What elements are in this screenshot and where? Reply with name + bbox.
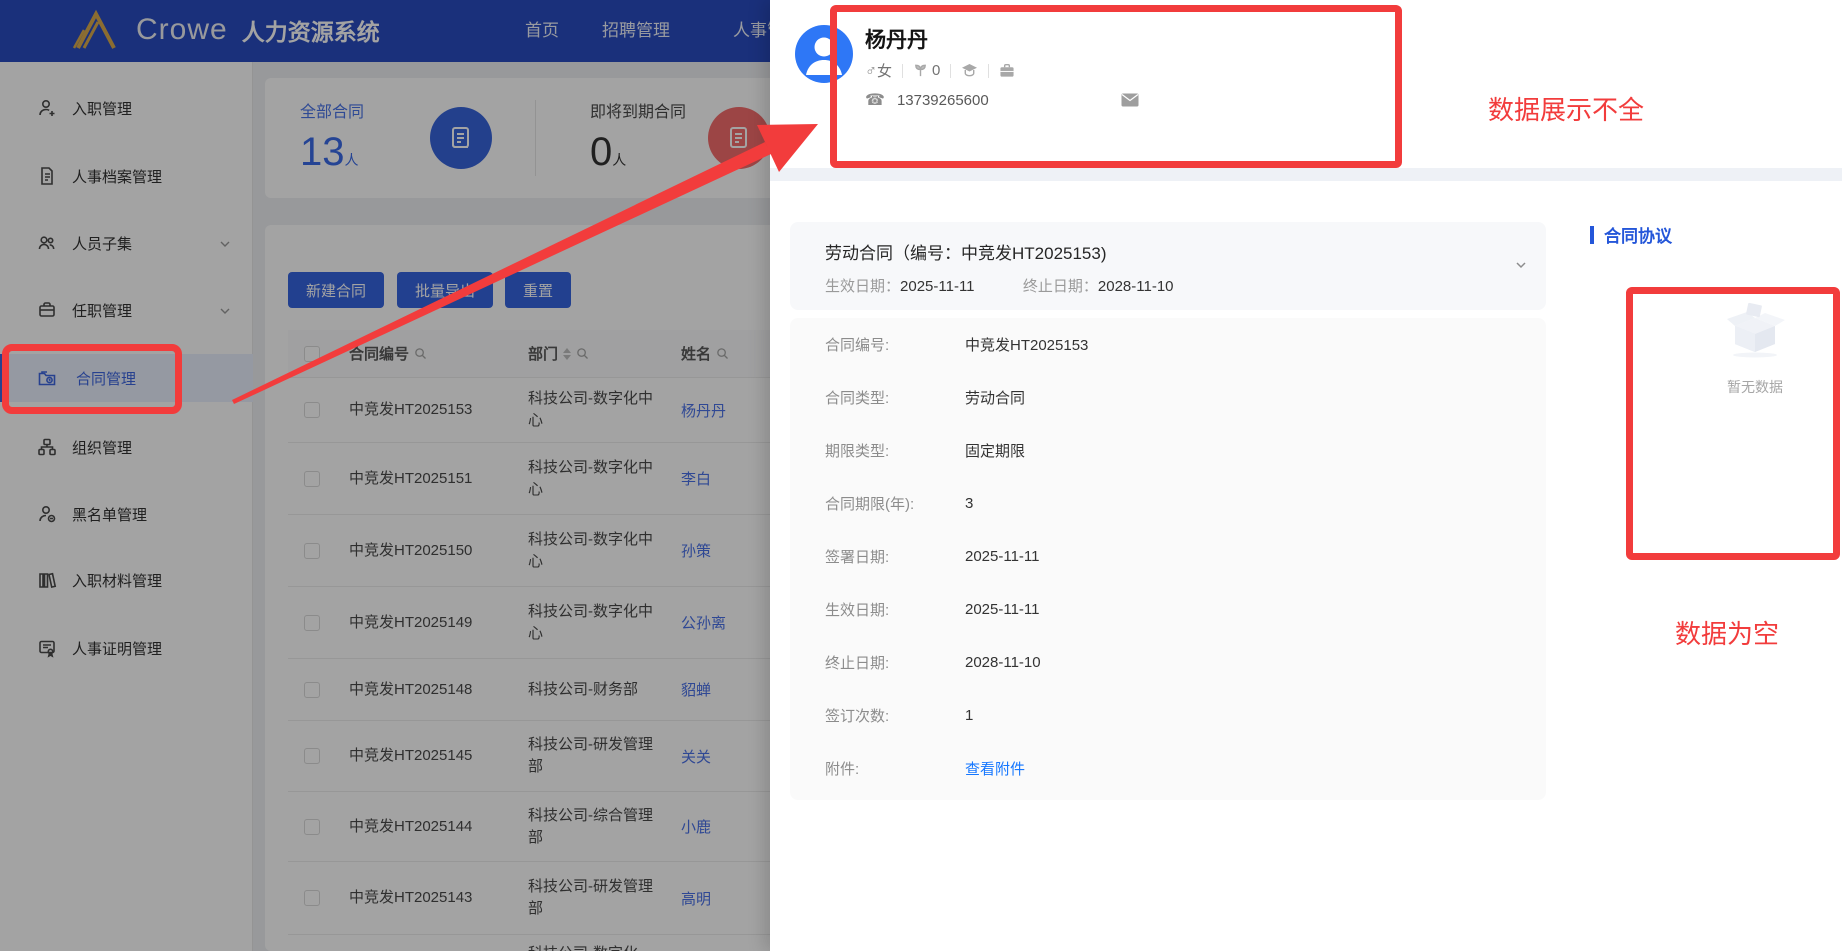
view-attachment-link[interactable]: 查看附件 <box>965 758 1025 779</box>
field-row: 合同编号: 中竞发HT2025153 <box>825 318 1511 371</box>
field-row: 生效日期: 2025-11-11 <box>825 583 1511 636</box>
field-value: 中竞发HT2025153 <box>965 337 1089 354</box>
annotation-box-agreement <box>1626 287 1840 560</box>
field-label: 期限类型: <box>825 443 890 460</box>
app-root: Crowe 人力资源系统 首页 招聘管理 人事管理 入职管理 人事档案管理 人员… <box>0 0 1842 951</box>
field-row: 签订次数: 1 <box>825 689 1511 742</box>
annotation-box-profile <box>830 5 1402 168</box>
field-label: 附件: <box>825 761 860 778</box>
field-value: 1 <box>965 707 974 724</box>
field-row: 期限类型: 固定期限 <box>825 424 1511 477</box>
field-label: 终止日期: <box>825 655 890 672</box>
end-date-label: 终止日期： <box>1022 278 1098 295</box>
field-value: 2028-11-10 <box>965 654 1041 671</box>
header-separator <box>770 168 1842 181</box>
annotation-text-empty: 数据为空 <box>1675 619 1780 649</box>
field-label: 生效日期: <box>825 602 890 619</box>
agreement-section-title: 合同协议 <box>1590 222 1672 247</box>
contract-summary-title: 劳动合同（编号：中竞发HT2025153) <box>825 244 1107 263</box>
field-value: 劳动合同 <box>965 390 1026 407</box>
field-label: 签署日期: <box>825 549 890 566</box>
field-label: 合同类型: <box>825 390 890 407</box>
field-value: 3 <box>965 495 974 512</box>
field-value: 2025-11-11 <box>965 601 1040 618</box>
field-value: 固定期限 <box>965 443 1026 460</box>
end-date-value: 2028-11-10 <box>1097 278 1174 295</box>
agreement-title-text: 合同协议 <box>1604 227 1672 246</box>
effective-date-label: 生效日期： <box>825 278 901 295</box>
field-row: 合同期限(年): 3 <box>825 477 1511 530</box>
effective-date-value: 2025-11-11 <box>900 278 975 295</box>
field-row: 签署日期: 2025-11-11 <box>825 530 1511 583</box>
field-label: 合同编号: <box>825 337 890 354</box>
field-label: 合同期限(年): <box>825 496 915 513</box>
annotation-box-sidebar <box>2 344 182 414</box>
title-accent-bar <box>1590 225 1594 244</box>
chevron-down-icon[interactable] <box>1514 258 1528 277</box>
field-row: 合同类型: 劳动合同 <box>825 371 1511 424</box>
contract-detail-fields: 合同编号: 中竞发HT2025153 合同类型: 劳动合同 期限类型: 固定期限 合同… <box>790 318 1546 800</box>
field-row: 附件: 查看附件 <box>825 742 1511 795</box>
field-value: 2025-11-11 <box>965 548 1040 565</box>
field-row: 终止日期: 2028-11-10 <box>825 636 1511 689</box>
field-label: 签订次数: <box>825 708 890 725</box>
contract-summary-card[interactable]: 劳动合同（编号：中竞发HT2025153) 生效日期：2025-11-11 终止… <box>790 222 1546 310</box>
annotation-text-incomplete: 数据展示不全 <box>1488 95 1645 125</box>
contract-summary-dates: 生效日期：2025-11-11 终止日期：2028-11-10 <box>825 275 1174 296</box>
